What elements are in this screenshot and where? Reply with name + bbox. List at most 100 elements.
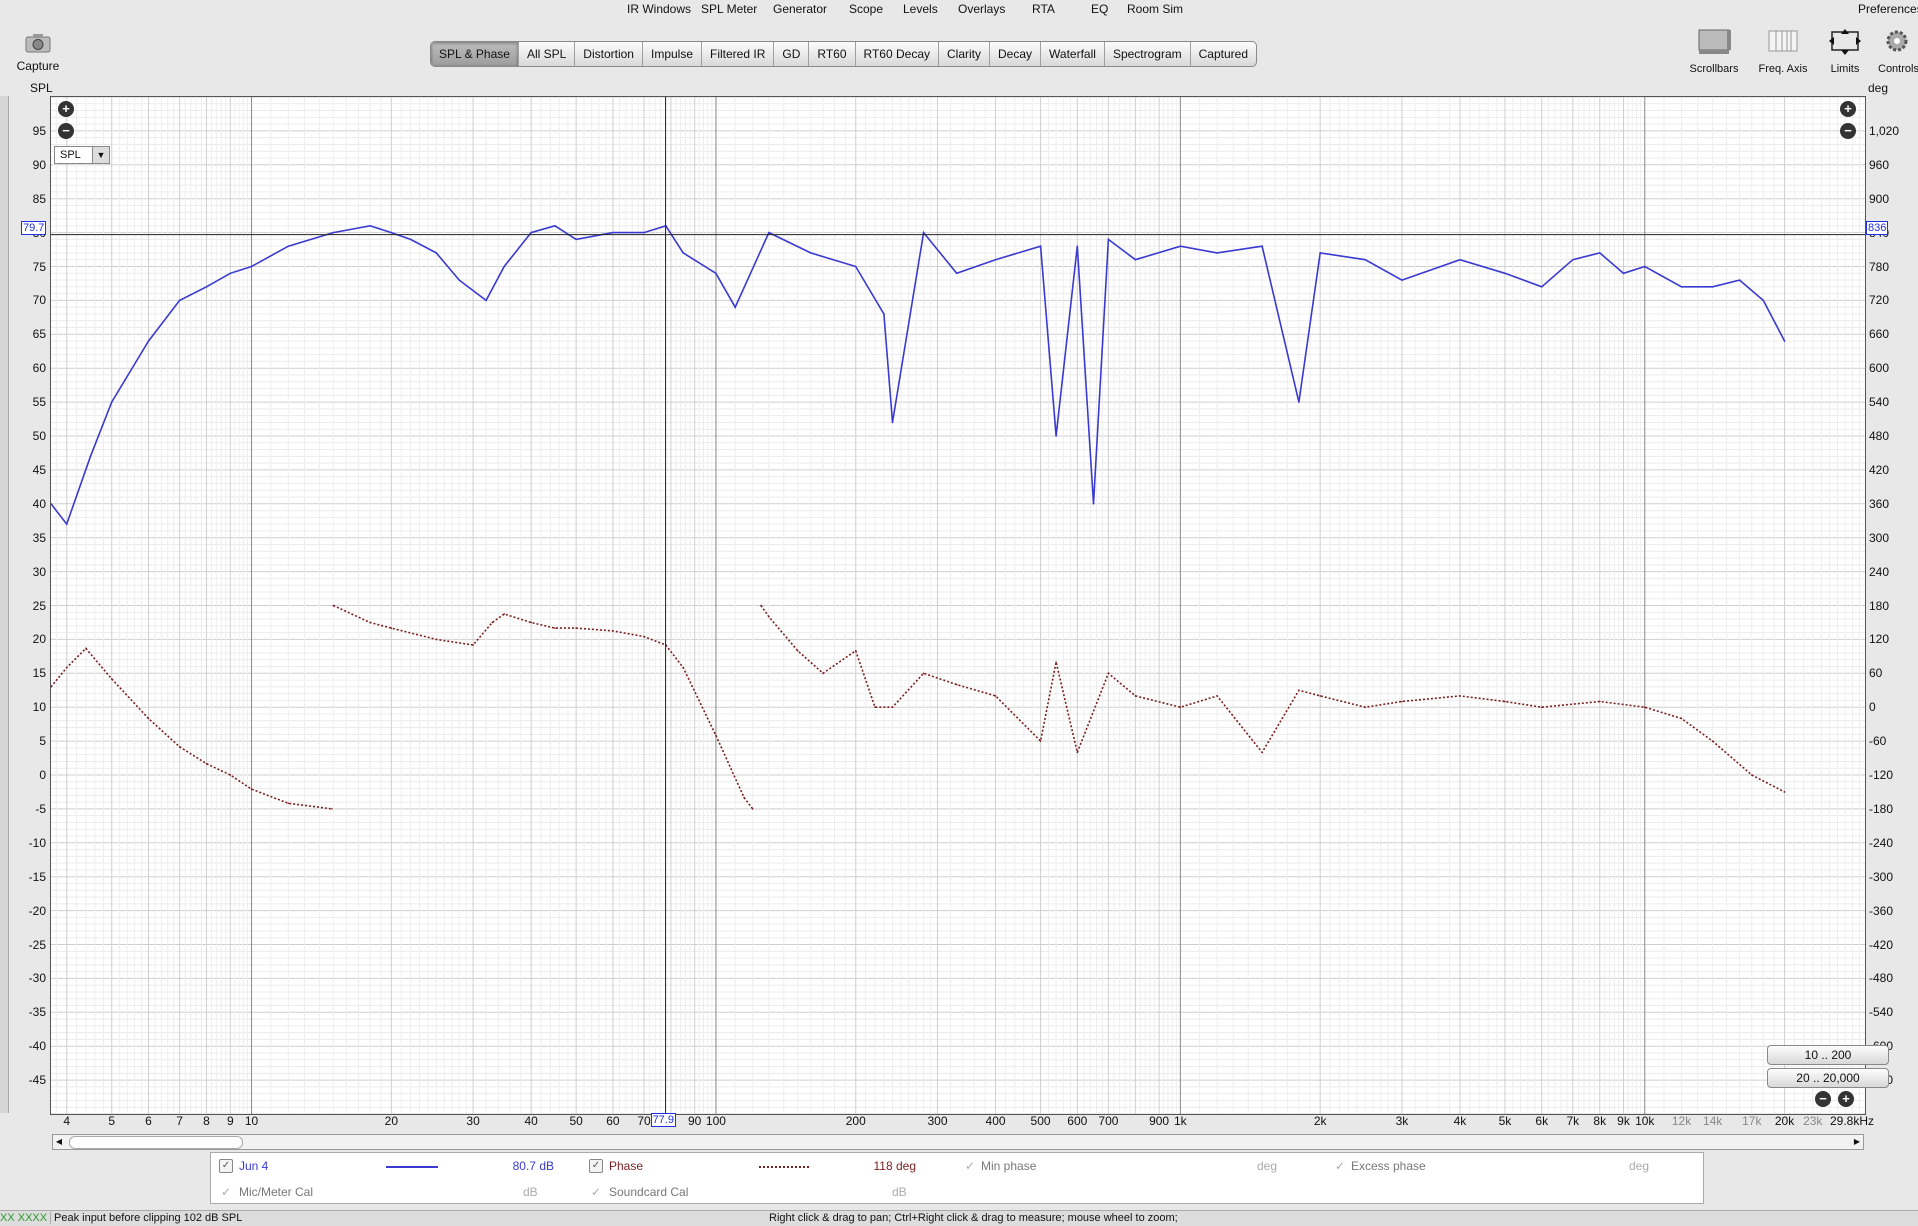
phase-point <box>205 762 208 765</box>
cursor-deg-readout: 836 <box>1866 221 1889 235</box>
view-tabs: SPL & Phase All SPL Distortion Impulse Filte… <box>430 41 1258 67</box>
zoom-in-y-left-icon[interactable]: + <box>58 101 74 117</box>
status-bar: XX XXXX Peak input before clipping 102 d… <box>0 1210 1918 1226</box>
zoom-out-y-right-icon[interactable]: − <box>1840 123 1856 139</box>
phase-point <box>751 808 754 810</box>
tab-captured[interactable]: Captured <box>1191 42 1256 66</box>
scrollbars-button[interactable]: Scrollbars <box>1686 28 1742 75</box>
tab-rt60[interactable]: RT60 <box>809 42 856 66</box>
spl-tick-label: -45 <box>28 1073 46 1088</box>
phase-point <box>554 627 556 629</box>
tab-spl-phase[interactable]: SPL & Phase <box>431 42 519 66</box>
spl-point <box>110 401 113 403</box>
spl-point <box>369 225 371 227</box>
spl-tick-label: -30 <box>28 971 46 986</box>
horizontal-scrollbar[interactable]: ◀ ▶ <box>52 1134 1864 1150</box>
deg-tick-label: 60 <box>1869 666 1883 681</box>
menu-item[interactable]: Preferences <box>1858 2 1918 16</box>
spl-point <box>1680 286 1683 288</box>
jun4-checkbox[interactable]: ✓ <box>219 1159 233 1173</box>
tab-filtered-ir[interactable]: Filtered IR <box>702 42 775 66</box>
phase-point <box>682 666 684 669</box>
freq-axis-icon <box>1768 30 1798 52</box>
spl-point <box>575 238 577 241</box>
freq-tick-label: 4k <box>1453 1114 1467 1128</box>
deg-tick-label: -480 <box>1869 971 1894 986</box>
phase-point <box>1107 672 1110 675</box>
tab-rt60-decay[interactable]: RT60 Decay <box>856 42 939 66</box>
spl-point <box>643 231 645 234</box>
mic-cal-checkbox[interactable]: ✓ <box>221 1185 231 1199</box>
scroll-left-icon[interactable]: ◀ <box>53 1135 65 1149</box>
spl-point <box>1401 279 1403 281</box>
jun4-label: Jun 4 <box>239 1159 269 1173</box>
zoom-out-y-left-icon[interactable]: − <box>58 123 74 139</box>
freq-axis-button[interactable]: Freq. Axis <box>1752 28 1814 75</box>
freq-tick-label: 7 <box>176 1114 183 1128</box>
spl-phase-graph[interactable] <box>50 96 1865 1115</box>
freq-tick-label: 10k <box>1635 1114 1655 1128</box>
controls-button[interactable]: Controls <box>1874 28 1918 75</box>
range-10-200-button[interactable]: 10 .. 200 <box>1767 1045 1889 1065</box>
spl-tick-label: 65 <box>32 327 46 342</box>
spl-selector[interactable]: SPL ▼ <box>54 146 110 164</box>
trace-legend: ✓ Jun 4 80.7 dB ✓ Phase 118 deg ✓ Min ph… <box>210 1152 1704 1204</box>
freq-tick-label: 3k <box>1395 1114 1409 1128</box>
menu-item[interactable]: Room Sim <box>1127 2 1183 16</box>
tab-clarity[interactable]: Clarity <box>939 42 991 66</box>
spl-point <box>1039 245 1042 247</box>
plot-area[interactable] <box>50 96 1866 1115</box>
range-20-20000-button[interactable]: 20 .. 20,000 <box>1767 1068 1889 1088</box>
spl-point <box>409 238 412 241</box>
phase-value: 118 deg <box>873 1159 917 1173</box>
spl-point <box>1216 252 1218 254</box>
freq-tick-label: 8k <box>1593 1114 1607 1128</box>
spl-tick-label: 10 <box>32 700 46 715</box>
tab-all-spl[interactable]: All SPL <box>519 42 576 66</box>
menu-item[interactable]: Levels <box>903 2 938 16</box>
capture-button[interactable]: Capture <box>16 32 60 73</box>
spl-point <box>1504 272 1506 275</box>
gear-icon <box>1886 30 1908 52</box>
tab-gd[interactable]: GD <box>774 42 810 66</box>
spl-point <box>1459 258 1461 261</box>
soundcard-cal-checkbox[interactable]: ✓ <box>591 1185 601 1199</box>
freq-tick-label: 70 <box>637 1114 651 1128</box>
scrollbar-thumb[interactable] <box>69 1136 243 1149</box>
menu-item[interactable]: RTA <box>1032 2 1055 16</box>
menu-item[interactable]: Scope <box>849 2 883 16</box>
tab-decay[interactable]: Decay <box>990 42 1042 66</box>
tab-spectrogram[interactable]: Spectrogram <box>1105 42 1191 66</box>
spl-point <box>205 286 208 288</box>
spl-point <box>554 225 556 227</box>
min-phase-checkbox[interactable]: ✓ <box>965 1159 975 1173</box>
tab-distortion[interactable]: Distortion <box>575 42 643 66</box>
spl-point <box>1783 340 1786 342</box>
zoom-in-y-right-icon[interactable]: + <box>1840 101 1856 117</box>
menu-item[interactable]: IR Windows <box>627 2 691 16</box>
left-axis-unit: SPL <box>30 81 53 95</box>
zoom-in-x-icon[interactable]: + <box>1838 1091 1854 1107</box>
phase-checkbox[interactable]: ✓ <box>589 1159 603 1173</box>
phase-point <box>1298 689 1300 692</box>
menu-item[interactable]: Generator <box>773 2 827 16</box>
phase-point <box>1261 751 1263 754</box>
menu-item[interactable]: EQ <box>1091 2 1108 16</box>
zoom-out-x-icon[interactable]: − <box>1815 1091 1831 1107</box>
menu-item[interactable]: SPL Meter <box>701 2 757 16</box>
tab-waterfall[interactable]: Waterfall <box>1041 42 1105 66</box>
deg-tick-label: 300 <box>1869 530 1890 545</box>
spl-point <box>1055 435 1057 437</box>
limits-button[interactable]: Limits <box>1820 28 1870 75</box>
phase-point <box>85 647 87 650</box>
spl-tick-label: 30 <box>32 564 46 579</box>
excess-phase-checkbox[interactable]: ✓ <box>1335 1159 1345 1173</box>
menu-item[interactable]: Overlays <box>958 2 1005 16</box>
scroll-right-icon[interactable]: ▶ <box>1851 1135 1863 1149</box>
spl-tick-label: -10 <box>28 835 46 850</box>
tab-impulse[interactable]: Impulse <box>643 42 703 66</box>
spl-tick-label: 35 <box>32 530 46 545</box>
phase-point <box>822 672 824 675</box>
deg-tick-label: 420 <box>1869 462 1890 477</box>
phase-point <box>768 616 770 618</box>
